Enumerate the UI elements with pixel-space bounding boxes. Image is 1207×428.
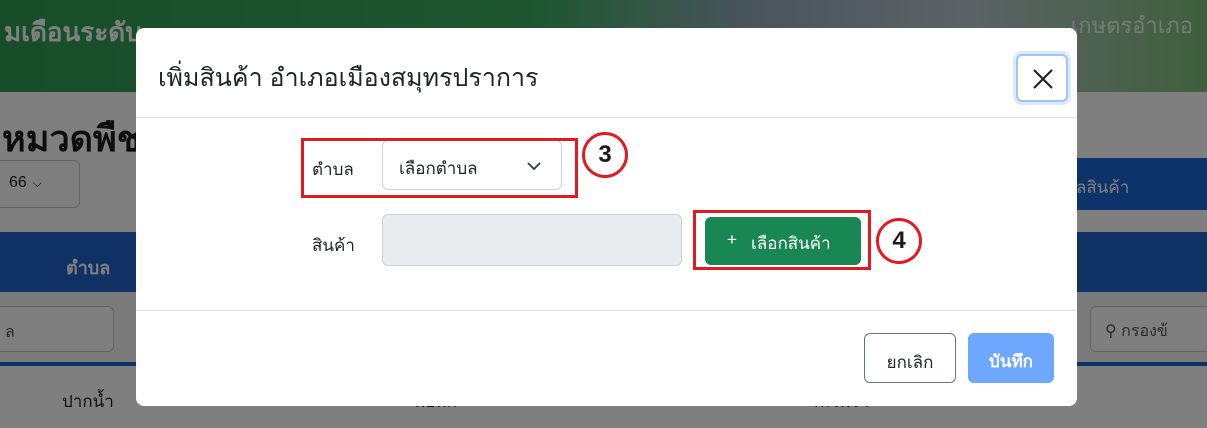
modal-footer: ยกเลิก บันทึก: [136, 310, 1077, 406]
annotation-step-4: 4: [876, 218, 922, 264]
modal-title: เพิ่มสินค้า อำเภอเมืองสมุทรปราการ: [158, 64, 539, 92]
product-input[interactable]: [382, 214, 682, 266]
save-button[interactable]: บันทึก: [968, 333, 1054, 383]
close-button[interactable]: [1016, 54, 1068, 102]
annotation-box-choose-product: [693, 210, 871, 270]
modal-header: เพิ่มสินค้า อำเภอเมืองสมุทรปราการ: [136, 28, 1077, 118]
cancel-button[interactable]: ยกเลิก: [864, 333, 956, 383]
add-product-modal: เพิ่มสินค้า อำเภอเมืองสมุทรปราการ ตำบล เ…: [136, 28, 1077, 406]
cancel-button-label: ยกเลิก: [886, 353, 934, 372]
product-label: สินค้า: [312, 236, 355, 255]
close-icon: [1033, 69, 1053, 89]
annotation-box-district: [301, 138, 578, 198]
annotation-step-3: 3: [582, 132, 628, 178]
save-button-label: บันทึก: [989, 352, 1033, 371]
